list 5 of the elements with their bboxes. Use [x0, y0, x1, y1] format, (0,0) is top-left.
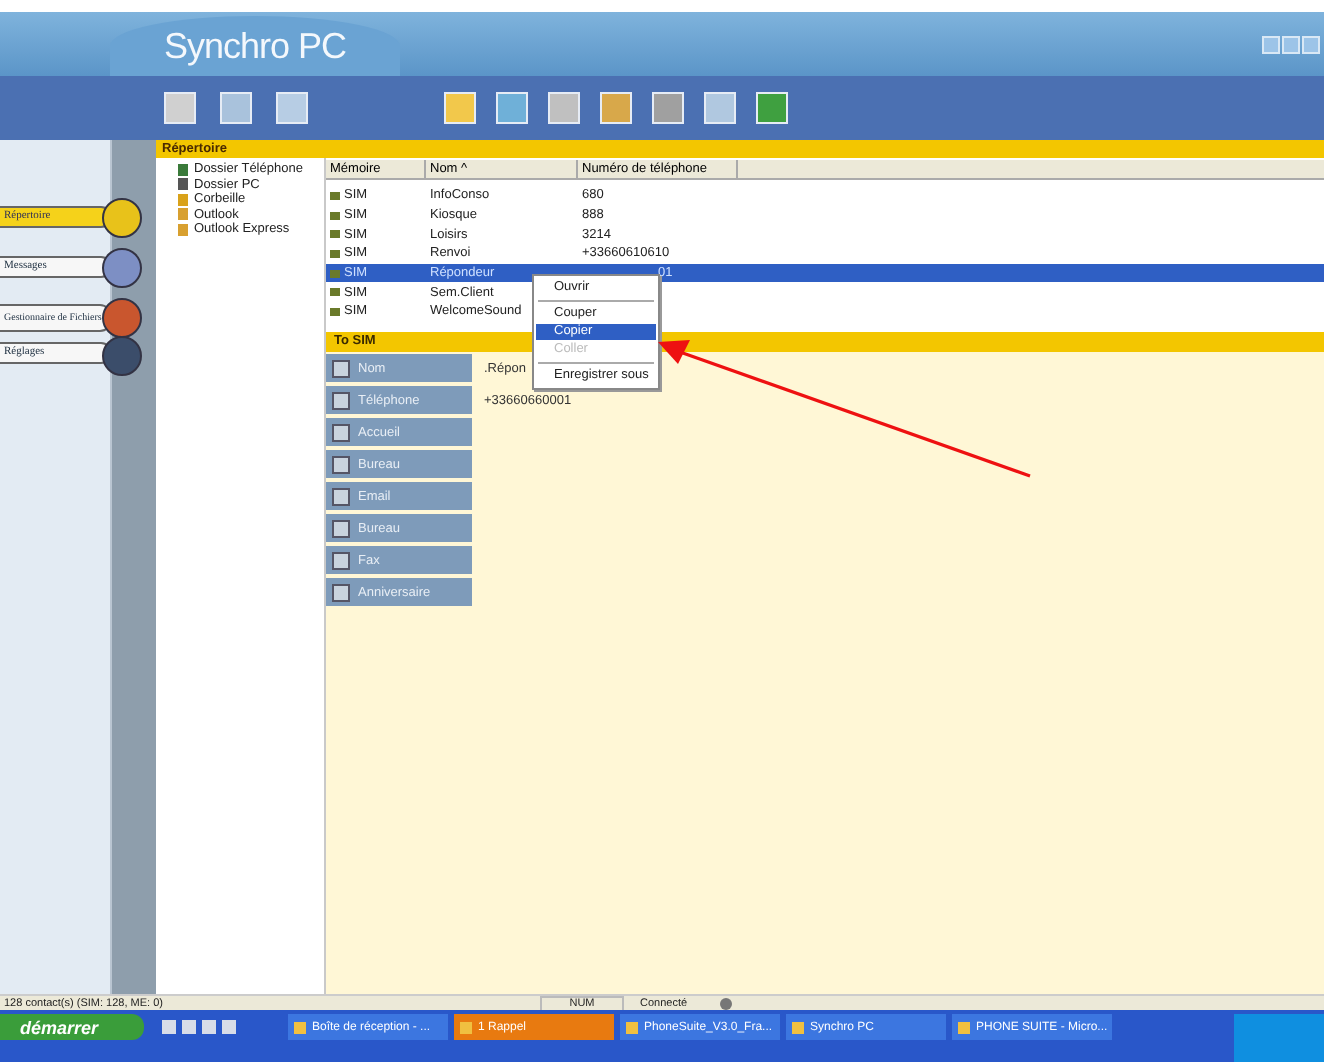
window-title: Synchro PC: [163, 25, 347, 67]
system-tray: [1234, 1014, 1324, 1062]
close-button[interactable]: [1302, 35, 1320, 53]
maximize-button[interactable]: [1282, 35, 1300, 53]
minimize-button[interactable]: [1262, 35, 1280, 53]
